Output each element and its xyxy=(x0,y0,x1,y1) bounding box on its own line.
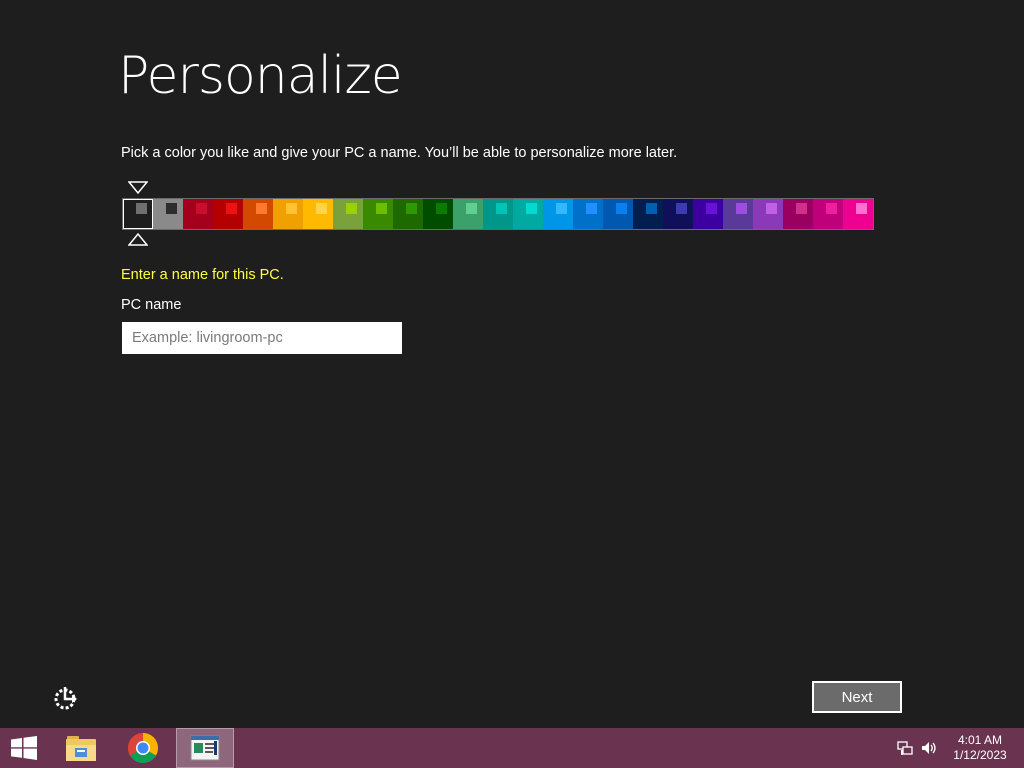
accent-color-chip xyxy=(196,203,207,214)
accent-color-chip xyxy=(676,203,687,214)
taskbar: 4:01 AM 1/12/2023 xyxy=(0,728,1024,768)
accent-color-chip xyxy=(766,203,777,214)
chrome-taskbar-button[interactable] xyxy=(120,728,166,768)
color-swatch[interactable] xyxy=(513,199,543,229)
accent-color-chip xyxy=(256,203,267,214)
accent-color-chip xyxy=(166,203,177,214)
setup-taskbar-button[interactable] xyxy=(176,728,234,768)
color-swatch[interactable] xyxy=(243,199,273,229)
color-swatch[interactable] xyxy=(603,199,633,229)
accent-color-chip xyxy=(136,203,147,214)
color-swatch[interactable] xyxy=(423,199,453,229)
accent-color-chip xyxy=(646,203,657,214)
network-icon[interactable] xyxy=(897,740,913,756)
pc-name-input[interactable] xyxy=(122,322,402,354)
accent-color-chip xyxy=(616,203,627,214)
color-swatch[interactable] xyxy=(363,199,393,229)
color-swatch[interactable] xyxy=(543,199,573,229)
accent-color-chip xyxy=(316,203,327,214)
color-swatch[interactable] xyxy=(183,199,213,229)
color-swatch[interactable] xyxy=(273,199,303,229)
volume-icon[interactable] xyxy=(921,740,937,756)
ease-of-access-icon[interactable] xyxy=(52,684,80,712)
color-swatch[interactable] xyxy=(333,199,363,229)
page-title: Personalize xyxy=(118,46,403,106)
accent-color-chip xyxy=(346,203,357,214)
color-swatch[interactable] xyxy=(813,199,843,229)
setup-window-icon xyxy=(190,735,220,761)
name-prompt: Enter a name for this PC. xyxy=(121,267,284,283)
color-swatch[interactable] xyxy=(393,199,423,229)
next-button[interactable]: Next xyxy=(812,681,902,713)
accent-color-chip xyxy=(796,203,807,214)
start-button[interactable] xyxy=(0,728,48,768)
color-swatch[interactable] xyxy=(573,199,603,229)
color-swatch[interactable] xyxy=(303,199,333,229)
accent-color-chip xyxy=(826,203,837,214)
file-explorer-taskbar-button[interactable] xyxy=(58,728,104,768)
pc-name-label: PC name xyxy=(121,297,182,313)
color-swatch[interactable] xyxy=(753,199,783,229)
clock-time: 4:01 AM xyxy=(957,733,1003,747)
color-swatch[interactable] xyxy=(723,199,753,229)
color-swatch[interactable] xyxy=(153,199,183,229)
color-swatch[interactable] xyxy=(663,199,693,229)
accent-color-chip xyxy=(286,203,297,214)
accent-color-chip xyxy=(466,203,477,214)
taskbar-clock[interactable]: 4:01 AM 1/12/2023 xyxy=(946,733,1014,763)
color-swatch[interactable] xyxy=(453,199,483,229)
clock-date: 1/12/2023 xyxy=(953,748,1007,762)
accent-color-chip xyxy=(226,203,237,214)
color-swatch[interactable] xyxy=(693,199,723,229)
accent-color-chip xyxy=(556,203,567,214)
accent-color-chip xyxy=(496,203,507,214)
color-swatch[interactable] xyxy=(633,199,663,229)
chrome-icon xyxy=(127,733,159,764)
selection-marker-bottom-icon xyxy=(128,233,148,246)
accent-color-chip xyxy=(406,203,417,214)
accent-color-chip xyxy=(526,203,537,214)
accent-color-chip xyxy=(736,203,747,214)
accent-color-chip xyxy=(376,203,387,214)
color-swatch[interactable] xyxy=(213,199,243,229)
setup-screen: Personalize Pick a color you like and gi… xyxy=(0,0,1024,728)
page-description: Pick a color you like and give your PC a… xyxy=(121,145,678,161)
accent-color-chip xyxy=(856,203,867,214)
color-swatch[interactable] xyxy=(783,199,813,229)
accent-color-chip xyxy=(586,203,597,214)
color-swatch[interactable] xyxy=(123,199,153,229)
color-swatch[interactable] xyxy=(843,199,873,229)
color-swatch[interactable] xyxy=(483,199,513,229)
windows-logo-icon xyxy=(11,736,37,760)
accent-color-chip xyxy=(436,203,447,214)
file-explorer-icon xyxy=(66,736,96,761)
color-swatch-bar xyxy=(122,198,874,230)
accent-color-chip xyxy=(706,203,717,214)
selection-marker-top-icon xyxy=(128,181,148,195)
